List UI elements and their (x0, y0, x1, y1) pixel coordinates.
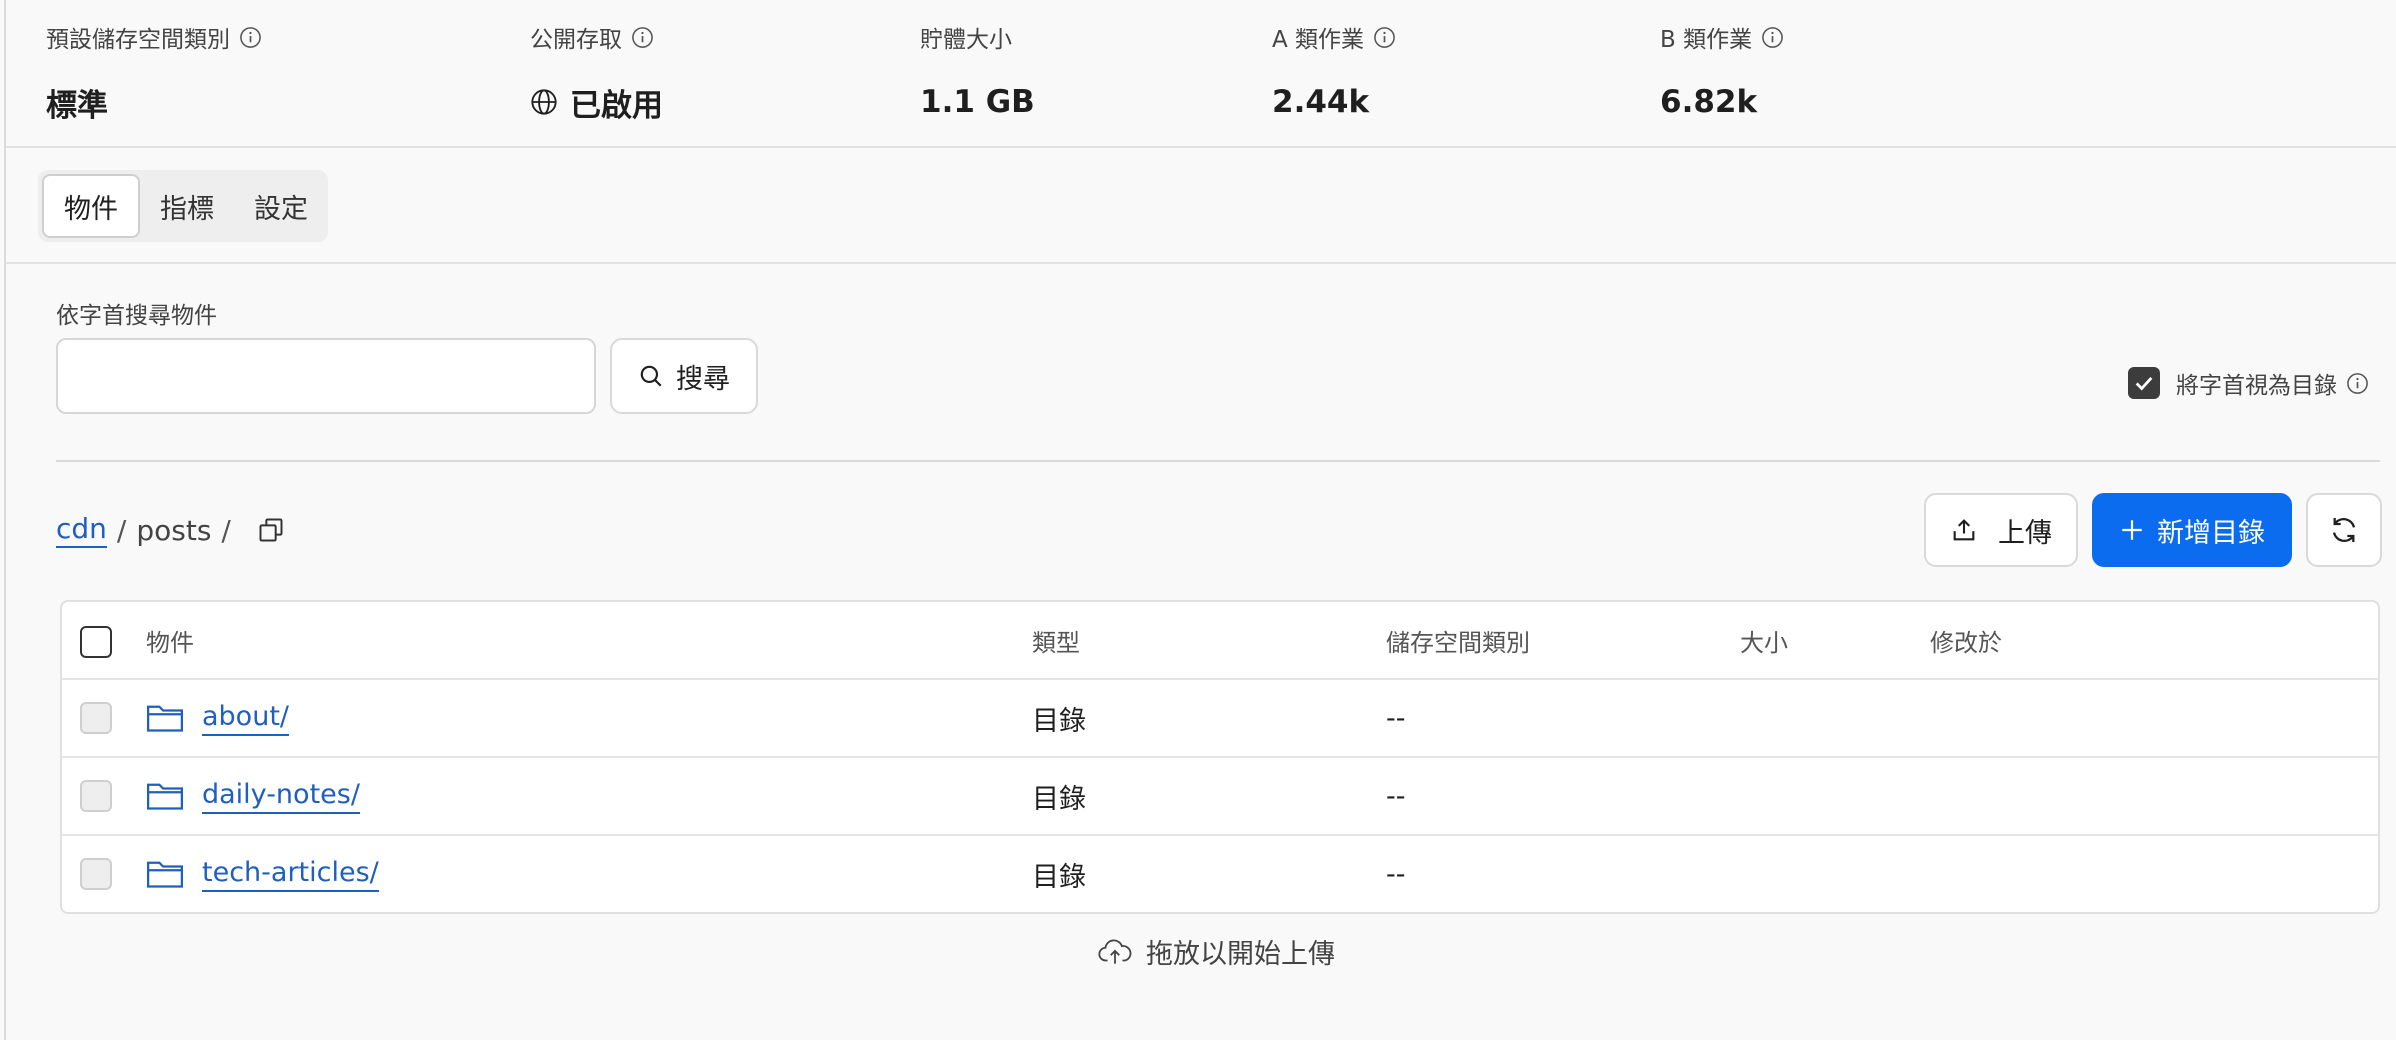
stat-bucket-size: 貯體大小 1.1 GB (920, 20, 1035, 122)
upload-icon (1953, 519, 1975, 541)
table-header-row: 物件 類型 儲存空間類別 大小 修改於 (62, 602, 2378, 680)
stat-value: 標準 (46, 87, 108, 124)
app-frame: 預設儲存空間類別 標準 公開存取 已啟用 貯體大小 1.1 GB A 類作業 2… (4, 0, 2396, 1040)
column-header-type[interactable]: 類型 (1032, 602, 1080, 678)
stat-label: 公開存取 (530, 27, 622, 53)
search-label: 依字首搜尋物件 (56, 303, 217, 329)
info-icon[interactable] (2346, 372, 2369, 395)
column-header-size[interactable]: 大小 (1740, 602, 1788, 678)
bucket-stats: 預設儲存空間類別 標準 公開存取 已啟用 貯體大小 1.1 GB A 類作業 2… (6, 0, 2396, 148)
object-storage-class: -- (1386, 780, 1406, 812)
info-icon[interactable] (1761, 26, 1784, 49)
refresh-button[interactable] (2306, 493, 2382, 567)
tab-metrics[interactable]: 指標 (140, 174, 234, 238)
refresh-icon (2332, 518, 2356, 542)
stat-class-a-operations: A 類作業 2.44k (1272, 20, 1396, 122)
cloud-upload-icon (1098, 939, 1132, 964)
stat-label: 預設儲存空間類別 (46, 27, 230, 53)
object-type: 目錄 (1032, 861, 1086, 893)
plus-icon (2122, 520, 2142, 540)
tab-bar: 物件 指標 設定 (6, 148, 2396, 264)
stat-label: A 類作業 (1272, 27, 1365, 53)
treat-prefix-checkbox[interactable] (2128, 367, 2160, 399)
stat-class-b-operations: B 類作業 6.82k (1660, 20, 1784, 122)
select-all-checkbox[interactable] (80, 626, 112, 658)
object-link[interactable]: about/ (202, 700, 289, 736)
upload-button-label: 上傳 (1998, 517, 2052, 549)
folder-icon (147, 861, 183, 888)
row-checkbox[interactable] (80, 858, 112, 890)
new-directory-button-label: 新增目錄 (2157, 517, 2265, 549)
objects-table: 物件 類型 儲存空間類別 大小 修改於 about/ 目錄 -- daily-n… (60, 600, 2380, 914)
info-icon[interactable] (1373, 26, 1396, 49)
search-button-label: 搜尋 (676, 363, 730, 395)
table-row: tech-articles/ 目錄 -- (62, 836, 2378, 914)
breadcrumb-root-link[interactable]: cdn (56, 512, 107, 548)
table-row: daily-notes/ 目錄 -- (62, 758, 2378, 836)
table-row: about/ 目錄 -- (62, 680, 2378, 758)
breadcrumb-current: posts (136, 513, 212, 547)
treat-prefix-as-directory: 將字首視為目錄 (2128, 366, 2369, 400)
object-link[interactable]: tech-articles/ (202, 856, 379, 892)
stat-label: 貯體大小 (920, 27, 1012, 53)
stat-value: 2.44k (1272, 84, 1370, 120)
tab-settings[interactable]: 設定 (234, 174, 328, 238)
stat-default-storage-class: 預設儲存空間類別 標準 (46, 20, 262, 124)
tabs: 物件 指標 設定 (38, 170, 328, 242)
object-storage-class: -- (1386, 702, 1406, 734)
object-type: 目錄 (1032, 783, 1086, 815)
column-header-storage-class[interactable]: 儲存空間類別 (1386, 602, 1530, 678)
object-storage-class: -- (1386, 858, 1406, 890)
treat-prefix-label: 將字首視為目錄 (2176, 373, 2337, 399)
globe-icon (531, 89, 557, 115)
row-checkbox[interactable] (80, 780, 112, 812)
dropzone-label: 拖放以開始上傳 (1146, 939, 1335, 970)
stat-public-access: 公開存取 已啟用 (530, 20, 663, 124)
search-icon (640, 365, 662, 387)
column-header-modified[interactable]: 修改於 (1930, 602, 2002, 678)
stat-value: 已啟用 (570, 87, 663, 124)
folder-icon (147, 705, 183, 732)
row-checkbox[interactable] (80, 702, 112, 734)
upload-dropzone[interactable]: 拖放以開始上傳 (1098, 932, 1335, 971)
breadcrumb: cdn / posts / (56, 510, 285, 550)
stat-label: B 類作業 (1660, 27, 1753, 53)
breadcrumb-separator: / (221, 513, 231, 547)
prefix-search-input[interactable] (56, 338, 596, 414)
stat-value: 1.1 GB (920, 84, 1035, 120)
search-button[interactable]: 搜尋 (610, 338, 758, 414)
object-type: 目錄 (1032, 705, 1086, 737)
copy-icon[interactable] (257, 516, 285, 544)
tab-objects[interactable]: 物件 (42, 174, 140, 238)
checkmark-icon (2135, 377, 2153, 391)
new-directory-button[interactable]: 新增目錄 (2092, 493, 2292, 567)
folder-icon (147, 783, 183, 810)
stat-value: 6.82k (1660, 84, 1758, 120)
column-header-object[interactable]: 物件 (146, 602, 194, 678)
info-icon[interactable] (631, 26, 654, 49)
divider (56, 460, 2380, 462)
object-link[interactable]: daily-notes/ (202, 778, 360, 814)
breadcrumb-separator: / (116, 513, 127, 547)
info-icon[interactable] (239, 26, 262, 49)
upload-button[interactable]: 上傳 (1924, 493, 2078, 567)
